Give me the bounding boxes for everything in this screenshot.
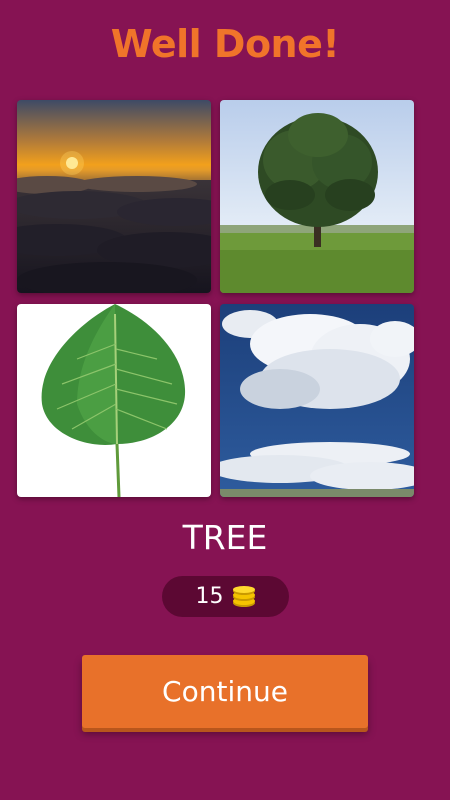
coin-count: 15 <box>195 584 224 609</box>
coin-balance-badge: 15 <box>162 576 289 617</box>
puzzle-image-clouds <box>220 304 414 497</box>
puzzle-image-tree <box>220 100 414 293</box>
coin-stack-icon <box>232 585 255 607</box>
page-title: Well Done! <box>110 22 340 66</box>
continue-button[interactable]: Continue <box>82 655 368 728</box>
puzzle-image-sunset <box>17 100 211 293</box>
puzzle-image-leaf <box>17 304 211 497</box>
answer-word: TREE <box>182 518 268 557</box>
